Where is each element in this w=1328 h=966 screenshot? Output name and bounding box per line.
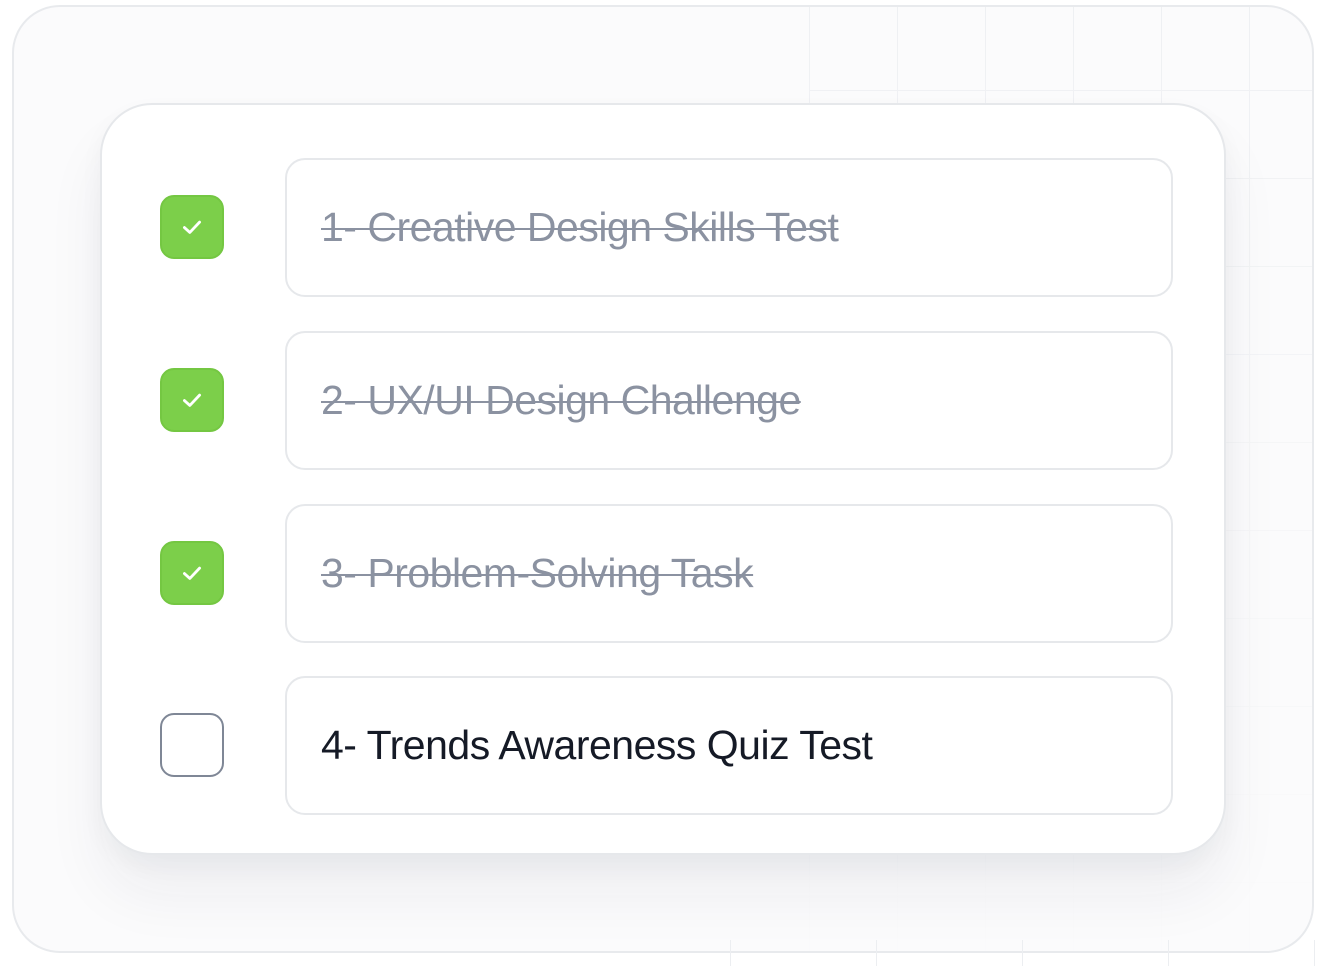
stage: 1- Creative Design Skills Test 2- UX/UI … [0, 0, 1328, 966]
task-label: 2- UX/UI Design Challenge [321, 377, 801, 423]
task-checkbox-1[interactable] [160, 195, 224, 259]
task-row: 2- UX/UI Design Challenge [102, 331, 1224, 471]
task-checkbox-4[interactable] [160, 713, 224, 777]
background-grid-bottom [730, 940, 1328, 966]
task-label: 3- Problem-Solving Task [321, 550, 754, 596]
check-icon [183, 566, 201, 580]
task-checkbox-2[interactable] [160, 368, 224, 432]
task-label: 4- Trends Awareness Quiz Test [321, 722, 873, 768]
task-row: 3- Problem-Solving Task [102, 504, 1224, 644]
task-row: 4- Trends Awareness Quiz Test [102, 676, 1224, 816]
task-checkbox-3[interactable] [160, 541, 224, 605]
task-row: 1- Creative Design Skills Test [102, 158, 1224, 298]
check-icon [183, 393, 201, 407]
check-icon [183, 220, 201, 234]
task-checklist-card: 1- Creative Design Skills Test 2- UX/UI … [100, 103, 1226, 855]
task-item-1[interactable]: 1- Creative Design Skills Test [285, 158, 1173, 297]
task-item-2[interactable]: 2- UX/UI Design Challenge [285, 331, 1173, 470]
task-item-4[interactable]: 4- Trends Awareness Quiz Test [285, 676, 1173, 815]
task-label: 1- Creative Design Skills Test [321, 204, 839, 250]
task-item-3[interactable]: 3- Problem-Solving Task [285, 504, 1173, 643]
